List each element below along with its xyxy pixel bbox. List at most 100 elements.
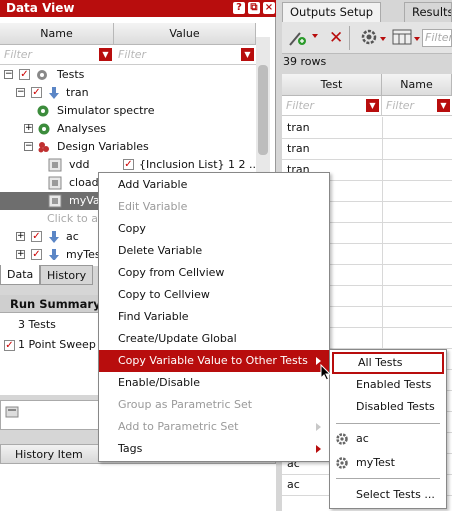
menu-item-test-mytest[interactable]: myTest [330,452,446,474]
menu-item-tags[interactable]: Tags [99,438,329,460]
column-header-value[interactable]: Value [114,23,256,45]
test-cell: ac [287,478,300,491]
settings-icon[interactable] [360,28,378,46]
column-divider [382,159,383,181]
menu-item-label: Create/Update Global [118,332,237,345]
menu-item-copy-to-cellview[interactable]: Copy to Cellview [99,284,329,306]
filter-icon[interactable]: ▼ [99,48,112,61]
checkbox-icon[interactable]: ✓ [123,159,134,170]
menu-item-label: Copy [118,222,146,235]
close-icon[interactable]: × [263,2,275,14]
tree-row-design-variables[interactable]: − Design Variables [0,138,256,156]
menu-item-add-to-parametric-set: Add to Parametric Set [99,416,329,438]
menu-item-label: Delete Variable [118,244,203,257]
outputs-tab-bar: Outputs Setup Results [282,0,452,22]
menu-item-create-update-global[interactable]: Create/Update Global [99,328,329,350]
expand-icon[interactable]: + [16,232,25,241]
history-list [0,464,276,511]
menu-item-label: Add Variable [118,178,188,191]
dropdown-arrow-icon[interactable] [414,37,420,41]
column-header-test[interactable]: Test [282,74,382,96]
add-output-icon[interactable] [288,29,308,47]
collapse-icon[interactable]: − [24,142,33,151]
context-menu: Add Variable Edit Variable Copy Delete Vari… [98,172,330,462]
menu-separator [336,478,440,479]
undock-icon[interactable]: ⧉ [248,2,260,14]
tab-data[interactable]: Data [0,265,41,285]
dropdown-arrow-icon[interactable] [312,34,318,38]
collapse-icon[interactable]: − [4,70,13,79]
menu-item-test-ac[interactable]: ac [330,428,446,450]
analyses-icon [38,123,50,135]
tree-row-tests[interactable]: − ✓ Tests [0,66,256,84]
filter-icon[interactable]: ▼ [366,99,379,112]
variable-icon [48,194,62,208]
expand-icon[interactable]: + [24,124,33,133]
column-header-name[interactable]: Name [0,23,114,45]
tab-outputs-setup[interactable]: Outputs Setup [282,2,382,22]
tab-results[interactable]: Results [404,2,452,22]
copy-to-tests-submenu: All Tests Enabled Tests Disabled Tests a… [329,349,447,509]
dropdown-arrow-icon[interactable] [380,37,386,41]
checkbox-icon[interactable]: ✓ [31,87,42,98]
menu-item-label: Add to Parametric Set [118,420,239,433]
menu-item-enable-disable[interactable]: Enable/Disable [99,372,329,394]
menu-item-copy-variable-value-to-other-tests[interactable]: Copy Variable Value to Other Tests [99,350,329,372]
menu-item-label: Enable/Disable [118,376,200,389]
outputs-toolbar: ✕ Filter [282,22,452,54]
tab-history[interactable]: History [40,265,94,285]
menu-item-all-tests[interactable]: All Tests [332,352,444,374]
value-filter-input[interactable]: Filter ▼ [114,45,256,65]
column-divider [382,285,383,307]
history-view-icon[interactable] [5,405,19,419]
name-filter-placeholder: Filter [386,99,415,112]
tree-row-analyses[interactable]: + Analyses [0,120,256,138]
collapse-icon[interactable]: − [16,88,25,97]
menu-item-select-tests[interactable]: Select Tests ... [330,484,446,506]
menu-item-delete-variable[interactable]: Delete Variable [99,240,329,262]
menu-item-copy[interactable]: Copy [99,218,329,240]
column-divider [382,201,383,223]
filter-icon[interactable]: ▼ [241,48,254,61]
checkbox-icon[interactable]: ✓ [4,340,15,351]
checkbox-icon[interactable]: ✓ [31,249,42,260]
tree-label: cload [69,176,99,189]
variable-icon [48,158,62,172]
menu-item-disabled-tests[interactable]: Disabled Tests [330,396,446,418]
tree-label: Simulator spectre [57,104,155,117]
menu-item-label: Find Variable [118,310,189,323]
column-divider [382,117,383,139]
filter-icon[interactable]: ▼ [437,99,450,112]
help-icon[interactable]: ? [233,2,245,14]
tree-label: vdd [69,158,90,171]
expand-icon[interactable]: + [16,250,25,259]
test-filter-placeholder: Filter [286,99,315,112]
toolbar-filter-input[interactable]: Filter [422,29,452,47]
tree-row-tran[interactable]: − ✓ tran [0,84,256,102]
toolbar-separator [349,26,350,50]
menu-item-add-variable[interactable]: Add Variable [99,174,329,196]
menu-item-find-variable[interactable]: Find Variable [99,306,329,328]
checkbox-icon[interactable]: ✓ [31,231,42,242]
scrollbar-thumb[interactable] [258,65,268,155]
name-filter-input[interactable]: Filter ▼ [382,96,452,116]
tree-label: Tests [57,68,85,81]
submenu-arrow-icon [316,423,321,431]
data-view-title: Data View [6,1,75,15]
table-view-icon[interactable] [392,28,412,46]
point-sweep-label: 1 Point Sweep [18,338,96,351]
table-row[interactable]: tran [282,117,452,139]
delete-icon[interactable]: ✕ [329,28,343,48]
table-row[interactable]: tran [282,138,452,160]
checkbox-icon[interactable]: ✓ [19,69,30,80]
menu-item-edit-variable: Edit Variable [99,196,329,218]
menu-item-enabled-tests[interactable]: Enabled Tests [330,374,446,396]
name-filter-input[interactable]: Filter ▼ [0,45,114,65]
menu-item-label: Edit Variable [118,200,188,213]
submenu-arrow-icon [316,445,321,453]
test-filter-input[interactable]: Filter ▼ [282,96,382,116]
tree-row-simulator[interactable]: Simulator spectre [0,102,256,120]
menu-item-copy-from-cellview[interactable]: Copy from Cellview [99,262,329,284]
column-header-name[interactable]: Name [382,74,452,96]
column-divider [382,138,383,160]
